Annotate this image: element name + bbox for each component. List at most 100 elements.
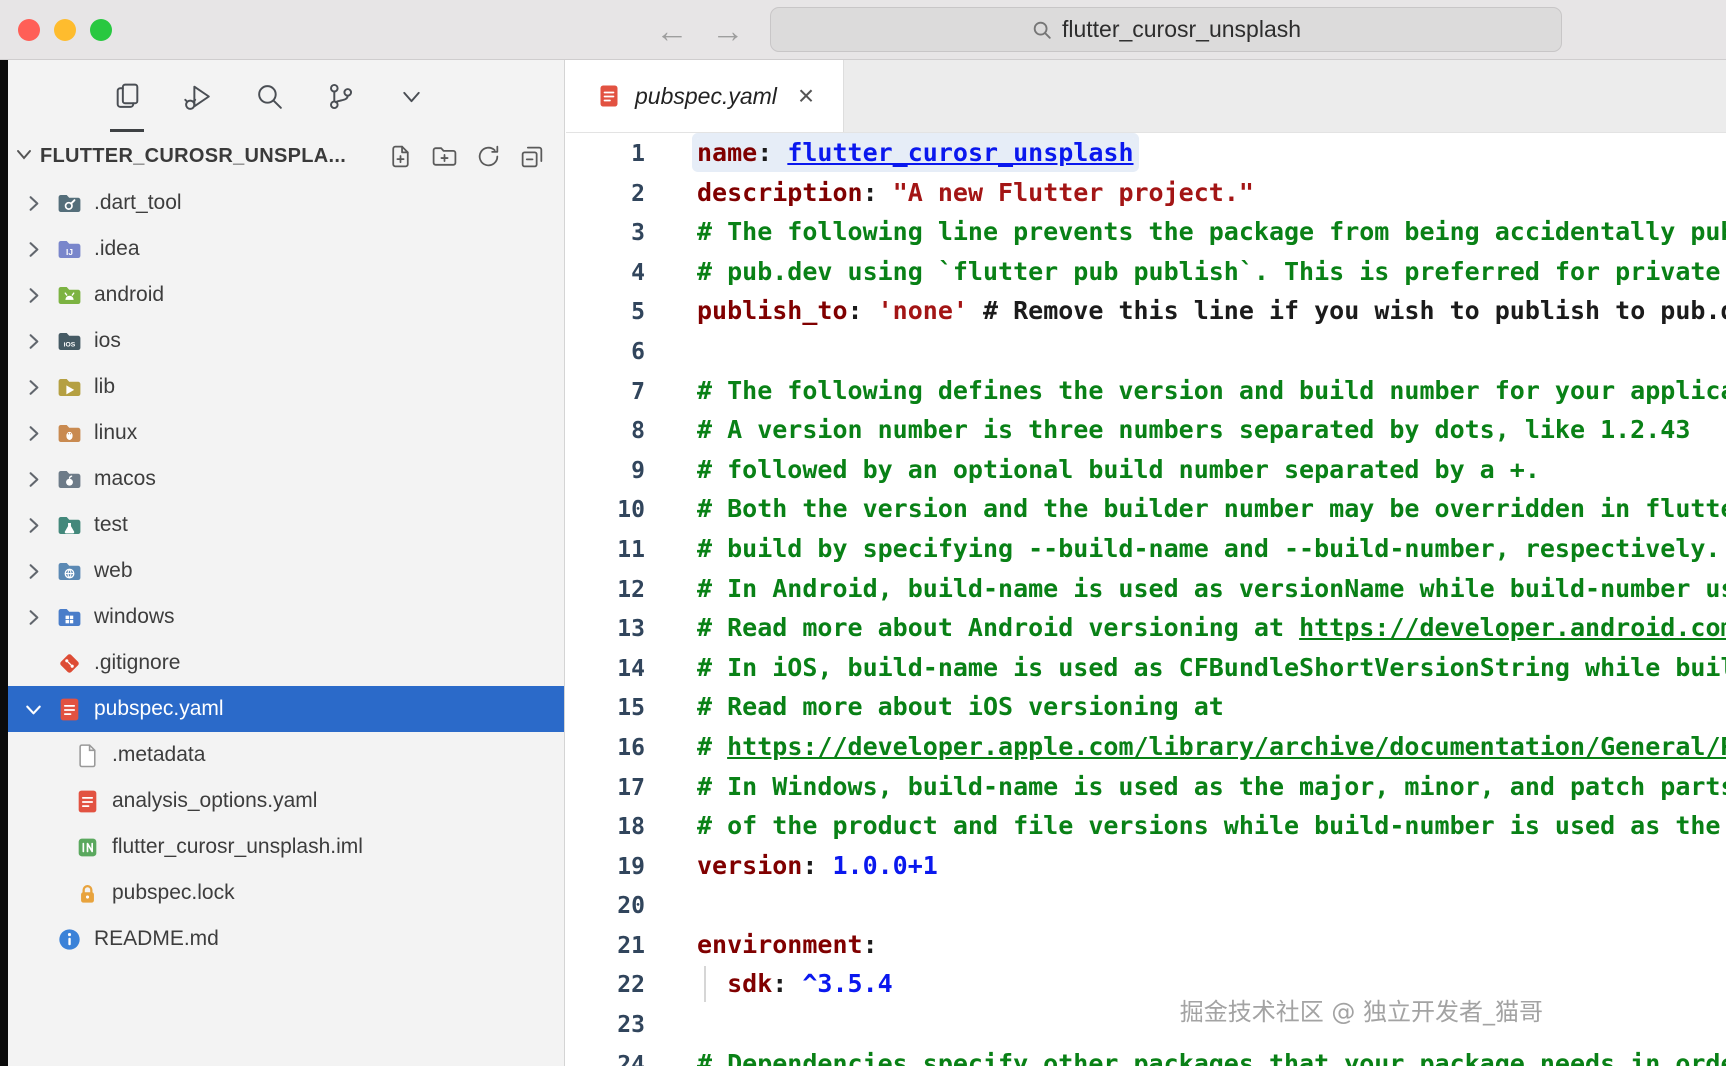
titlebar-search[interactable]: flutter_curosr_unsplash xyxy=(770,7,1562,52)
explorer-actions xyxy=(387,143,546,170)
tree-item-pubspec-yaml[interactable]: pubspec.yaml xyxy=(8,686,564,732)
chevron-down-icon xyxy=(22,698,56,721)
close-button[interactable] xyxy=(18,19,40,41)
folder-linux-icon xyxy=(56,420,83,447)
line-text: # followed by an optional build number s… xyxy=(697,454,1540,484)
line-number: 14 xyxy=(617,655,645,682)
line-text: # Both the version and the builder numbe… xyxy=(697,494,1726,524)
forward-arrow-icon[interactable]: → xyxy=(708,14,748,47)
tree-item-test[interactable]: test xyxy=(8,502,564,548)
tree-item-label: macos xyxy=(94,467,156,490)
tree-item-windows[interactable]: windows xyxy=(8,594,564,640)
tree-item--idea[interactable]: IJ .idea xyxy=(8,226,564,272)
tree-item-readme-md[interactable]: README.md xyxy=(8,916,564,962)
tree-item-analysis-options-yaml[interactable]: analysis_options.yaml xyxy=(8,778,564,824)
line-text: # The following defines the version and … xyxy=(697,375,1726,405)
search-glass-icon xyxy=(1031,19,1053,41)
line-text: # build by specifying --build-name and -… xyxy=(697,533,1721,563)
minimize-button[interactable] xyxy=(54,19,76,41)
code-area[interactable]: 1 name: flutter_curosr_unsplash 2 descripti… xyxy=(566,133,1726,1066)
traffic-lights xyxy=(18,19,112,41)
new-folder-icon[interactable] xyxy=(431,143,458,170)
code-line: 8 # A version number is three numbers sep… xyxy=(566,410,1726,450)
code-line: 5 publish_to: 'none' # Remove this line i… xyxy=(566,291,1726,331)
line-text: # A version number is three numbers sepa… xyxy=(697,415,1691,445)
chevron-right-icon xyxy=(22,192,56,215)
folder-dart-tool-icon xyxy=(56,190,83,217)
chevron-down-icon[interactable] xyxy=(392,60,430,132)
code-line: 15 # Read more about iOS versioning at xyxy=(566,687,1726,727)
explorer-files-icon[interactable] xyxy=(108,60,146,132)
new-file-icon[interactable] xyxy=(387,143,414,170)
tree-item-flutter-curosr-unsplash-iml[interactable]: flutter_curosr_unsplash.iml xyxy=(8,824,564,870)
line-text: # of the product and file versions while… xyxy=(697,811,1721,841)
tree-item-macos[interactable]: macos xyxy=(8,456,564,502)
line-number: 21 xyxy=(617,932,645,959)
code-line: 14 # In iOS, build-name is used as CFBund… xyxy=(566,648,1726,688)
tree-item-label: .dart_tool xyxy=(94,191,182,214)
code-line: 21 environment: xyxy=(566,925,1726,965)
back-arrow-icon[interactable]: ← xyxy=(652,14,692,47)
svg-text:iOS: iOS xyxy=(64,341,76,348)
chevron-right-icon xyxy=(22,514,56,537)
collapse-all-icon[interactable] xyxy=(519,143,546,170)
tree-item-label: .idea xyxy=(94,237,140,260)
tree-item-label: ios xyxy=(94,329,121,352)
yaml-file-icon xyxy=(596,83,622,109)
tree-item-web[interactable]: web xyxy=(8,548,564,594)
tab-close-icon[interactable]: × xyxy=(798,82,814,110)
code-line: 3 # The following line prevents the packa… xyxy=(566,212,1726,252)
line-number: 8 xyxy=(631,418,645,445)
tree-item--metadata[interactable]: .metadata xyxy=(8,732,564,778)
chevron-right-icon xyxy=(22,560,56,583)
tree-item--dart-tool[interactable]: .dart_tool xyxy=(8,180,564,226)
code-line: 18 # of the product and file versions whi… xyxy=(566,806,1726,846)
code-line: 7 # The following defines the version and… xyxy=(566,371,1726,411)
code-line: 23 xyxy=(566,1004,1726,1044)
chevron-right-icon xyxy=(22,330,56,353)
source-control-icon[interactable] xyxy=(321,60,359,132)
tree-item-linux[interactable]: linux xyxy=(8,410,564,456)
tab-pubspec-yaml[interactable]: pubspec.yaml × xyxy=(566,60,844,132)
line-text: environment: xyxy=(697,929,878,959)
run-debug-icon[interactable] xyxy=(179,60,217,132)
tree-item-ios[interactable]: iOS ios xyxy=(8,318,564,364)
folder-windows-icon xyxy=(56,604,83,631)
tree-item--gitignore[interactable]: .gitignore xyxy=(8,640,564,686)
search-icon[interactable] xyxy=(250,60,288,132)
line-number: 7 xyxy=(631,378,645,405)
section-chevron-down-icon[interactable] xyxy=(12,142,36,171)
tree-item-label: windows xyxy=(94,605,175,628)
tree-item-label: .gitignore xyxy=(94,651,181,674)
highlight-span: name: flutter_curosr_unsplash xyxy=(697,138,1134,167)
chevron-right-icon xyxy=(22,606,56,629)
readme-info-icon xyxy=(56,926,83,953)
line-number: 24 xyxy=(617,1051,645,1066)
chevron-right-icon xyxy=(22,376,56,399)
zoom-button[interactable] xyxy=(90,19,112,41)
tree-item-label: test xyxy=(94,513,128,536)
tree-item-android[interactable]: android xyxy=(8,272,564,318)
explorer-section-title: FLUTTER_CUROSR_UNSPLA... xyxy=(40,144,347,167)
plain-file-icon xyxy=(74,742,101,769)
line-number: 13 xyxy=(617,616,645,643)
line-number: 6 xyxy=(631,338,645,365)
line-text: # https://developer.apple.com/library/ar… xyxy=(697,731,1726,761)
refresh-icon[interactable] xyxy=(475,143,502,170)
line-number: 23 xyxy=(617,1012,645,1039)
folder-android-icon xyxy=(56,282,83,309)
explorer-header[interactable]: FLUTTER_CUROSR_UNSPLA... xyxy=(8,132,564,180)
code-line: 12 # In Android, build-name is used as ve… xyxy=(566,569,1726,609)
line-number: 19 xyxy=(617,853,645,880)
folder-ios-icon: iOS xyxy=(56,328,83,355)
line-text: description: "A new Flutter project." xyxy=(697,177,1254,207)
tree-item-lib[interactable]: lib xyxy=(8,364,564,410)
tab-bar: pubspec.yaml × xyxy=(566,60,1726,133)
code-line: 16 # https://developer.apple.com/library/… xyxy=(566,727,1726,767)
git-file-icon xyxy=(56,650,83,677)
titlebar: ← → flutter_curosr_unsplash xyxy=(0,0,1726,60)
yaml-file-icon xyxy=(74,788,101,815)
line-number: 1 xyxy=(631,141,645,167)
line-text: sdk: ^3.5.4 xyxy=(697,964,893,1004)
tree-item-pubspec-lock[interactable]: pubspec.lock xyxy=(8,870,564,916)
